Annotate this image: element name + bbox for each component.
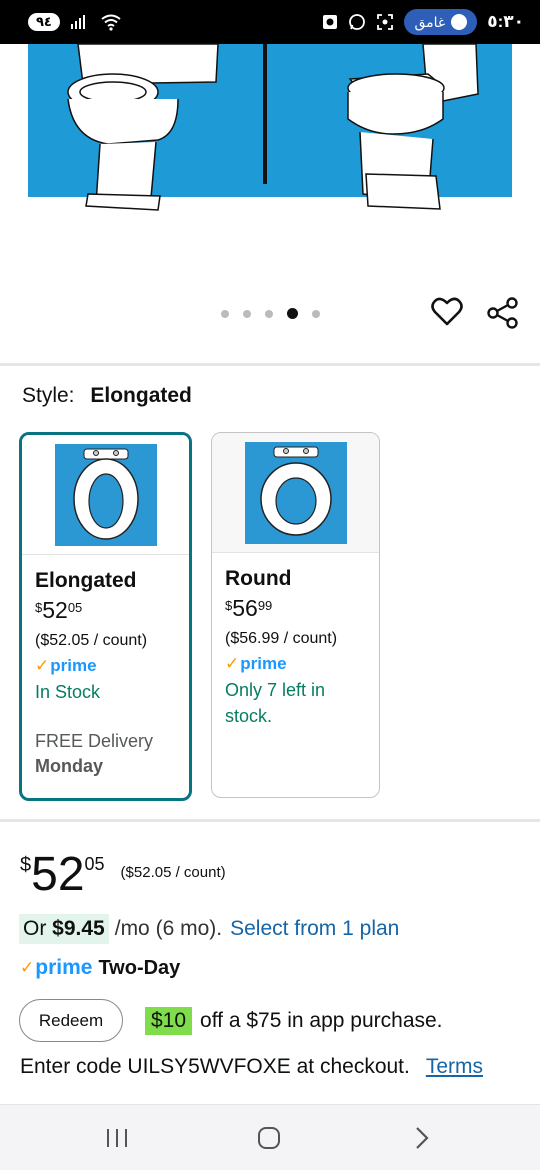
battery-indicator: ٩٤ [28, 13, 60, 31]
price-currency: $ [35, 600, 43, 615]
section-divider [0, 363, 540, 366]
variant-unit-price: ($56.99 / count) [225, 630, 338, 647]
carousel-dots [221, 308, 320, 319]
carousel-dot[interactable] [221, 309, 229, 318]
wifi-icon [100, 13, 122, 31]
select-plan-link[interactable]: Select from 1 plan [230, 917, 399, 941]
prime-check-icon: ✓ [35, 656, 50, 675]
spotify-now-playing[interactable]: غامق [404, 9, 478, 35]
recent-apps-icon[interactable] [104, 1125, 130, 1151]
shipping-speed: Two-Day [98, 956, 181, 979]
price-fraction: 05 [84, 854, 105, 874]
price-whole: 52 [31, 848, 85, 901]
variant-name: Elongated [35, 569, 137, 592]
promo-amount: $10 [145, 1006, 193, 1035]
variant-price: $ 56 99 [225, 597, 366, 620]
style-selector-label: Style: Elongated [22, 384, 192, 408]
variant-name: Round [225, 567, 292, 590]
prime-badge: ✓ prime [35, 656, 176, 676]
unit-price: ($52.05 / count) [120, 864, 226, 881]
signal-icon [70, 14, 90, 30]
variant-thumbnail [54, 443, 157, 546]
system-navigation-bar [0, 1104, 540, 1170]
status-bar-right: غامق ٥:٣٠ [322, 9, 524, 35]
promo-row: Redeem $10 off a $75 in app purchase. [19, 999, 443, 1042]
variant-image [22, 435, 189, 555]
redeem-button[interactable]: Redeem [19, 999, 123, 1042]
stock-status: In Stock [35, 682, 101, 702]
notification-icon [322, 14, 338, 30]
prime-check-icon: ✓ [225, 654, 240, 673]
delivery-label: FREE Delivery [35, 731, 154, 751]
prime-check-icon: ✓ [20, 958, 35, 977]
whatsapp-icon [348, 13, 366, 31]
prime-badge: ✓ prime [20, 956, 92, 980]
status-bar: ٩٤ غامق ٥:٣٠ [0, 0, 540, 44]
home-icon[interactable] [256, 1125, 282, 1151]
prime-shipping-row: ✓ prime Two-Day [20, 956, 180, 980]
section-divider [0, 819, 540, 822]
main-price: $ 52 05 ($52.05 / count) [20, 850, 226, 900]
promo-code-text: Enter code UILSY5WVFOXE at checkout. [20, 1055, 410, 1078]
carousel-dot[interactable] [243, 309, 251, 318]
delivery-day: Monday [35, 756, 104, 776]
promo-code-row: Enter code UILSY5WVFOXE at checkout. Ter… [20, 1055, 483, 1079]
clock: ٥:٣٠ [487, 12, 524, 31]
variant-thumbnail [244, 441, 347, 544]
prime-label: prime [50, 656, 97, 675]
back-icon[interactable] [408, 1125, 434, 1151]
variant-unit-price: ($52.05 / count) [35, 632, 148, 649]
share-icon[interactable] [487, 297, 519, 329]
style-value: Elongated [90, 384, 192, 407]
screenshot-icon [376, 13, 394, 31]
variant-image [212, 433, 379, 553]
variant-card-elongated[interactable]: Elongated $ 52 05 ($52.05 / count) ✓ pri… [19, 432, 192, 801]
variant-price: $ 52 05 [35, 599, 176, 622]
installment-amount: $9.45 [52, 917, 105, 940]
installment-amount-box: Or $9.45 [19, 914, 109, 944]
style-label: Style: [22, 384, 75, 407]
price-currency: $ [225, 598, 233, 613]
installment-term: /mo (6 mo). [114, 917, 223, 940]
price-fraction: 99 [257, 598, 273, 613]
carousel-dot[interactable] [265, 309, 273, 318]
terms-link[interactable]: Terms [426, 1055, 483, 1079]
status-bar-left: ٩٤ [28, 13, 122, 31]
price-whole: 56 [232, 595, 258, 621]
carousel-dot-active[interactable] [287, 308, 298, 319]
price-whole: 52 [42, 597, 68, 623]
image-divider [263, 44, 267, 184]
price-currency: $ [20, 854, 32, 876]
heart-icon[interactable] [431, 297, 463, 327]
stock-status: Only 7 left in stock. [225, 680, 326, 726]
spotify-label: غامق [414, 13, 446, 30]
promo-text: off a $75 in app purchase. [200, 1008, 443, 1032]
product-image-carousel[interactable] [0, 43, 540, 364]
carousel-dot[interactable] [312, 309, 320, 318]
product-image [28, 43, 512, 211]
spotify-icon [451, 14, 468, 30]
installment-or: Or [23, 917, 47, 940]
prime-label: prime [240, 654, 287, 673]
price-fraction: 05 [67, 600, 83, 615]
variant-card-round[interactable]: Round $ 56 99 ($56.99 / count) ✓ prime O… [211, 432, 380, 798]
prime-badge: ✓ prime [225, 654, 366, 674]
installment-row: Or $9.45 /mo (6 mo). Select from 1 plan [19, 914, 399, 944]
prime-label: prime [35, 956, 93, 979]
